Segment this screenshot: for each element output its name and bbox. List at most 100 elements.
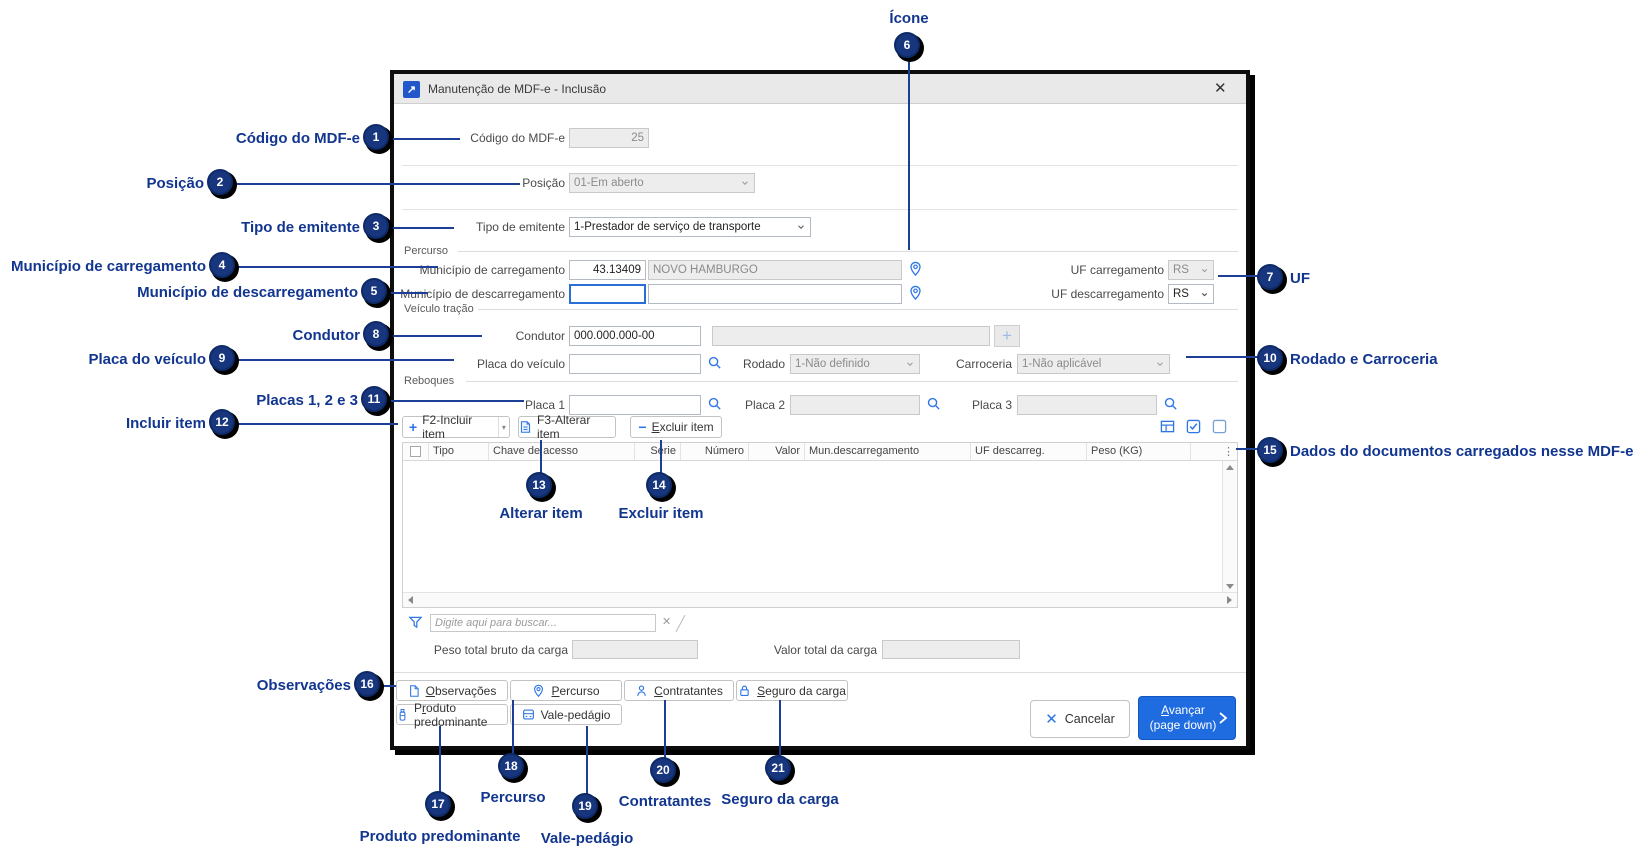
vale-pedagio-page-button[interactable]: Vale-pedágio (510, 704, 622, 725)
callout-label-12: Incluir item (125, 415, 206, 432)
callout-badge-12: 12 (209, 409, 235, 435)
callout-label-4: Município de carregamento (10, 258, 206, 275)
condutor-cpf-field[interactable] (569, 326, 701, 346)
split-dropdown-icon[interactable]: ▾ (497, 417, 509, 437)
tipo-emitente-select[interactable]: 1-Prestador de serviço de transporte (569, 217, 811, 237)
callout-badge-7: 7 (1257, 264, 1283, 290)
vertical-scrollbar[interactable] (1222, 461, 1237, 593)
callout-line-7 (1218, 275, 1258, 277)
scroll-right-icon[interactable] (1227, 596, 1232, 604)
clear-search-icon[interactable]: ✕ (662, 615, 671, 628)
column-header[interactable]: UF descarreg. (971, 443, 1087, 460)
callout-badge-18: 18 (498, 753, 524, 779)
callout-badge-11: 11 (361, 386, 387, 412)
callout-label-14: Excluir item (618, 505, 704, 522)
checkbox-empty-icon[interactable] (1212, 419, 1227, 434)
column-header[interactable]: Número (681, 443, 749, 460)
produto-predominante-page-button[interactable]: Produto predominante (396, 701, 508, 729)
percurso-page-button[interactable]: Percurso (510, 680, 622, 701)
callout-line-11 (390, 400, 524, 402)
callout-line-1 (392, 138, 460, 140)
callout-label-3: Tipo de emitente (241, 219, 360, 236)
observacoes-page-button[interactable]: Observações (396, 680, 508, 701)
column-header[interactable]: Chave de acesso (489, 443, 635, 460)
title-bar[interactable]: ↗ Manutenção de MDF-e - Inclusão ✕ (394, 74, 1246, 104)
scroll-up-icon[interactable] (1226, 465, 1234, 470)
group-line (478, 309, 1238, 310)
uf-carregamento-select[interactable]: RS (1168, 260, 1214, 280)
placa3-field[interactable] (1017, 395, 1157, 415)
scroll-left-icon[interactable] (408, 596, 413, 604)
callout-label-8: Condutor (292, 327, 360, 344)
incluir-item-button[interactable]: + F2-Incluir item ▾ (402, 413, 510, 441)
cancel-x-icon: ✕ (1045, 711, 1058, 728)
callout-label-9: Placa do veículo (88, 351, 206, 368)
placa2-label: Placa 2 (744, 398, 785, 412)
close-icon[interactable]: ✕ (1214, 79, 1227, 97)
mun-carregamento-name-field[interactable] (648, 260, 902, 280)
map-pin-icon[interactable] (908, 285, 923, 301)
avancar-button[interactable]: Avançar (page down) (1138, 696, 1236, 740)
callout-line-8 (392, 335, 482, 337)
callout-badge-19: 19 (572, 793, 598, 819)
contratantes-page-button[interactable]: Contratantes (624, 680, 734, 701)
callout-line-14 (660, 440, 662, 473)
checkbox-checked-icon[interactable] (1186, 419, 1201, 434)
add-condutor-button[interactable]: + (994, 325, 1020, 347)
search-input[interactable] (430, 614, 656, 632)
callout-badge-6: 6 (894, 32, 920, 58)
column-header[interactable]: Série (635, 443, 681, 460)
valor-total-label: Valor total da carga (773, 643, 877, 657)
mun-carregamento-code-field[interactable] (569, 260, 646, 280)
scroll-down-icon[interactable] (1226, 584, 1234, 589)
mun-descarregamento-name-field[interactable] (648, 284, 902, 304)
callout-line-17 (439, 726, 441, 792)
grid-header[interactable]: Tipo Chave de acesso Série Número Valor … (403, 443, 1237, 461)
excluir-item-button[interactable]: − Excluir item (630, 416, 722, 438)
seguro-carga-page-button[interactable]: Seguro da carga (736, 680, 848, 701)
cancel-button[interactable]: ✕ Cancelar (1030, 700, 1130, 738)
callout-label-5: Município de descarregamento (137, 284, 358, 301)
filter-panel-edge (675, 614, 686, 633)
posicao-select[interactable]: 01-Em aberto (569, 173, 755, 193)
callout-label-2: Posição (146, 175, 204, 192)
uf-descarregamento-select[interactable]: RS (1168, 284, 1214, 304)
mun-descarregamento-label: Município de descarregamento (400, 287, 565, 301)
callout-line-20 (664, 700, 666, 758)
column-header[interactable]: Mun.descarregamento (805, 443, 971, 460)
carroceria-select[interactable]: 1-Não aplicável (1017, 354, 1170, 374)
callout-label-17: Produto predominante (359, 828, 521, 845)
plus-icon: + (409, 419, 418, 435)
callout-line-15 (1236, 448, 1258, 450)
callout-badge-5: 5 (361, 278, 387, 304)
column-header[interactable]: Valor (749, 443, 805, 460)
column-header[interactable]: Tipo (429, 443, 489, 460)
callout-line-13 (540, 440, 542, 473)
mun-descarregamento-code-field[interactable] (569, 284, 646, 304)
map-pin-icon[interactable] (908, 261, 923, 277)
chevron-down-icon (1155, 359, 1165, 369)
horizontal-scrollbar[interactable] (403, 592, 1237, 607)
search-icon[interactable] (1163, 396, 1178, 411)
callout-badge-1: 1 (363, 124, 389, 150)
callout-label-18: Percurso (480, 789, 546, 806)
peso-total-field[interactable] (572, 640, 698, 659)
chevron-down-icon (1200, 290, 1209, 299)
overflow-menu-icon[interactable]: ⋮ (1223, 445, 1234, 458)
filter-funnel-icon[interactable] (408, 615, 423, 630)
map-pin-icon (532, 684, 545, 698)
separator (394, 672, 1246, 673)
column-header[interactable]: Peso (KG) (1087, 443, 1191, 460)
alterar-item-button[interactable]: F3-Alterar item (518, 413, 616, 441)
callout-label-11: Placas 1, 2 e 3 (256, 392, 358, 409)
callout-badge-4: 4 (209, 252, 235, 278)
callout-badge-14: 14 (646, 472, 672, 498)
codigo-field[interactable] (569, 128, 649, 148)
callout-line-2 (236, 183, 520, 185)
peso-total-label: Peso total bruto da carga (433, 643, 568, 657)
select-all-checkbox[interactable] (403, 443, 429, 460)
column-layout-icon[interactable] (1160, 419, 1175, 434)
condutor-name-field[interactable] (712, 326, 990, 346)
lock-icon (738, 684, 751, 698)
valor-total-field[interactable] (882, 640, 1020, 659)
